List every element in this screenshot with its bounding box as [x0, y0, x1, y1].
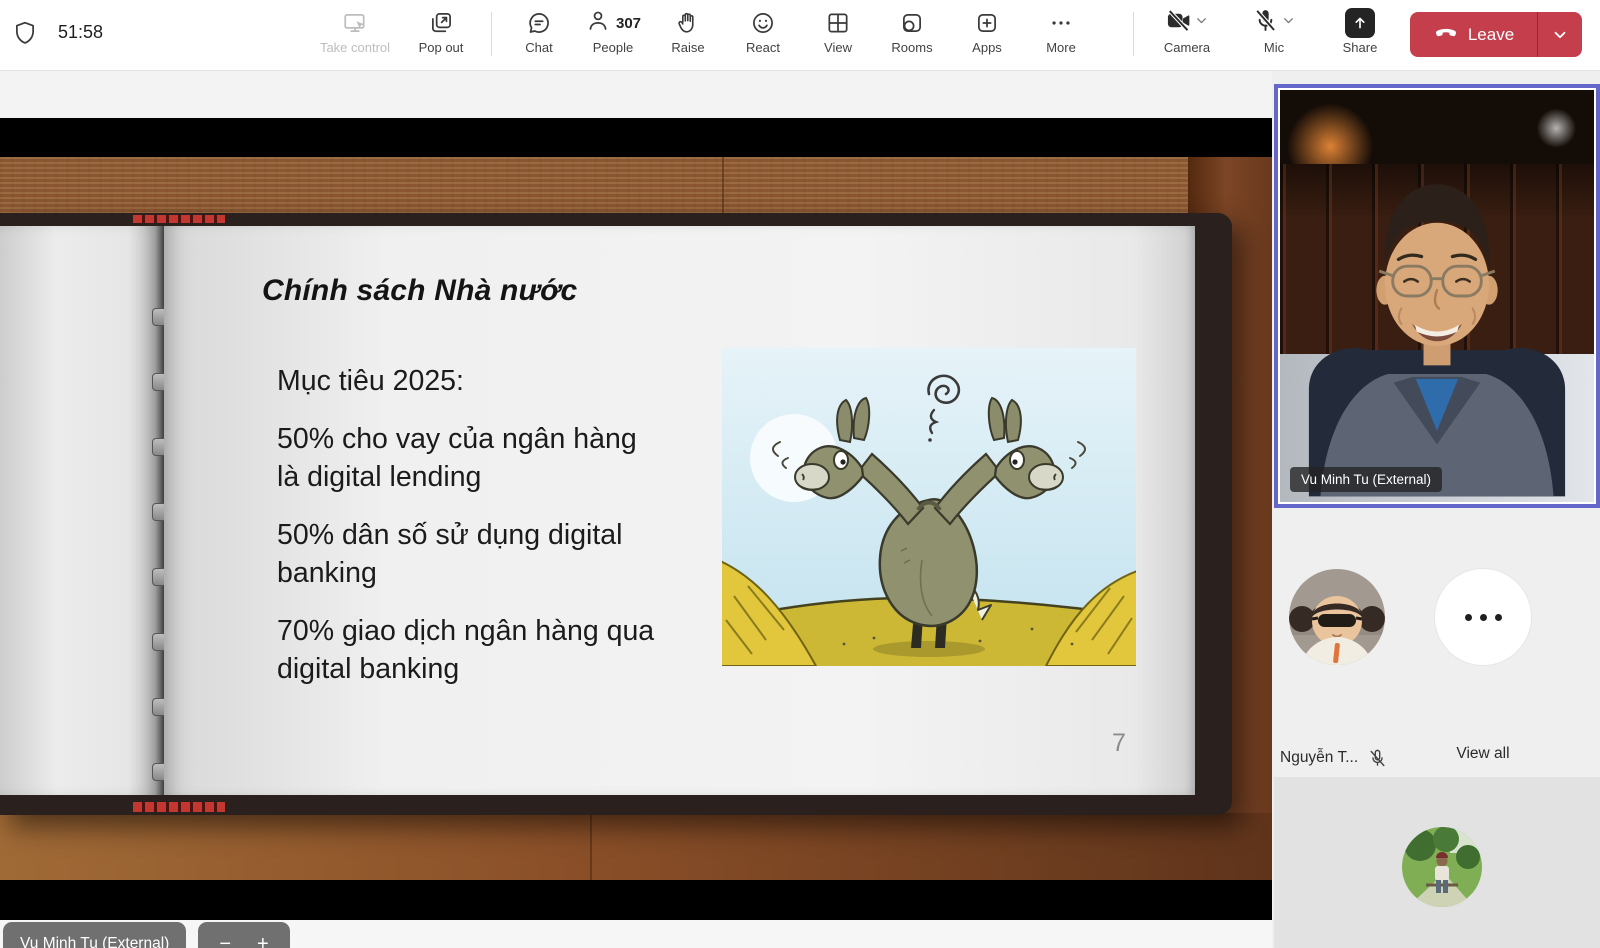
- people-button[interactable]: 307 People: [575, 7, 651, 55]
- toolbar-divider: [491, 12, 492, 56]
- mic-chevron-icon[interactable]: [1281, 13, 1296, 33]
- more-dots-icon: [1023, 7, 1099, 39]
- active-speaker-video-tile[interactable]: Vu Minh Tu (External): [1274, 84, 1600, 508]
- camera-button[interactable]: Camera: [1147, 7, 1227, 55]
- wood-background-top: [0, 157, 1272, 215]
- chat-icon: [501, 7, 577, 39]
- view-button[interactable]: View: [800, 7, 876, 55]
- pop-out-icon: [401, 7, 481, 39]
- letterbox-bottom: [0, 880, 1272, 920]
- participant-tile[interactable]: [1274, 777, 1600, 948]
- view-all-label: View all: [1435, 745, 1531, 763]
- wood-background-bottom: [0, 813, 1272, 880]
- zoom-out-button[interactable]: −: [219, 934, 231, 948]
- slide-paragraph: 50% dân số sử dụng digital banking: [277, 516, 654, 592]
- participant-name: Nguyễn T...: [1280, 749, 1358, 767]
- meeting-timer: 51:58: [58, 22, 103, 43]
- open-book: Chính sách Nhà nước Mục tiêu 2025: 50% c…: [0, 213, 1232, 815]
- leave-chevron-icon[interactable]: [1538, 12, 1582, 57]
- camera-chevron-icon[interactable]: [1194, 13, 1209, 33]
- speaker-video: Vu Minh Tu (External): [1280, 90, 1594, 502]
- leave-button[interactable]: Leave: [1410, 12, 1582, 57]
- apps-button[interactable]: Apps: [949, 7, 1025, 55]
- zoom-in-button[interactable]: +: [257, 934, 269, 948]
- slide-paragraph: Mục tiêu 2025:: [277, 362, 654, 400]
- hangup-phone-icon: [1433, 19, 1459, 50]
- red-bookmark-top: [133, 215, 225, 223]
- speaker-person: [1280, 90, 1594, 502]
- chat-button[interactable]: Chat: [501, 7, 577, 55]
- mic-off-icon: [1252, 7, 1279, 39]
- shield-icon[interactable]: [12, 20, 38, 51]
- people-count-badge: 307: [616, 15, 641, 32]
- participant-avatar[interactable]: [1289, 569, 1385, 665]
- mic-button[interactable]: Mic: [1234, 7, 1314, 55]
- participants-sidebar: Vu Minh Tu (External) Nguyễn T...: [1272, 70, 1600, 948]
- people-icon: [585, 8, 611, 39]
- toolbar-divider: [1133, 12, 1134, 56]
- letterbox-top: [0, 118, 1272, 157]
- screen-share-stage: Chính sách Nhà nước Mục tiêu 2025: 50% c…: [0, 70, 1272, 948]
- participant-avatar: [1402, 827, 1482, 907]
- red-bookmark-bottom: [133, 802, 225, 812]
- slide-paragraph: 70% giao dịch ngân hàng qua digital bank…: [277, 612, 654, 688]
- slide-page-number: 7: [1112, 729, 1126, 758]
- apps-icon: [949, 7, 1025, 39]
- rooms-button[interactable]: Rooms: [874, 7, 950, 55]
- rooms-icon: [874, 7, 950, 39]
- book-left-page: [0, 226, 160, 795]
- share-icon: [1345, 8, 1375, 38]
- camera-off-icon: [1165, 7, 1192, 39]
- meeting-toolbar: 51:58 Take control Pop out Chat 307 Peop…: [0, 0, 1600, 71]
- more-icon: [1495, 614, 1502, 621]
- take-control-button: Take control: [295, 7, 415, 55]
- leave-label: Leave: [1468, 25, 1514, 45]
- view-all-button[interactable]: [1435, 569, 1531, 665]
- participant-mic-off-icon: [1367, 748, 1388, 774]
- presenter-name-pill: Vu Minh Tu (External): [3, 922, 186, 948]
- more-icon: [1465, 614, 1472, 621]
- slide-title: Chính sách Nhà nước: [262, 274, 577, 308]
- slide-body: Mục tiêu 2025: 50% cho vay của ngân hàng…: [277, 362, 654, 708]
- participant-row: Nguyễn T...: [1280, 745, 1388, 771]
- speaker-name-tag: Vu Minh Tu (External): [1290, 467, 1442, 492]
- child-avatar-photo: [1289, 569, 1385, 665]
- slide-page: Chính sách Nhà nước Mục tiêu 2025: 50% c…: [164, 226, 1195, 795]
- more-icon: [1480, 614, 1487, 621]
- pop-out-button[interactable]: Pop out: [401, 7, 481, 55]
- react-smiley-icon: [725, 7, 801, 39]
- zoom-controls: − +: [198, 922, 290, 948]
- more-button[interactable]: More: [1023, 7, 1099, 55]
- view-grid-icon: [800, 7, 876, 39]
- two-headed-donkey-cartoon: [722, 348, 1136, 666]
- presenter-name-label: Vu Minh Tu (External): [20, 935, 169, 948]
- raise-hand-button[interactable]: Raise: [650, 7, 726, 55]
- react-button[interactable]: React: [725, 7, 801, 55]
- park-avatar-photo: [1402, 827, 1482, 907]
- share-button[interactable]: Share: [1322, 7, 1398, 55]
- raise-hand-icon: [650, 7, 726, 39]
- slide-paragraph: 50% cho vay của ngân hàng là digital len…: [277, 420, 654, 496]
- take-control-icon: [295, 7, 415, 39]
- shared-video-frame: Chính sách Nhà nước Mục tiêu 2025: 50% c…: [0, 157, 1272, 880]
- stage-bottom-strip: [0, 920, 1272, 948]
